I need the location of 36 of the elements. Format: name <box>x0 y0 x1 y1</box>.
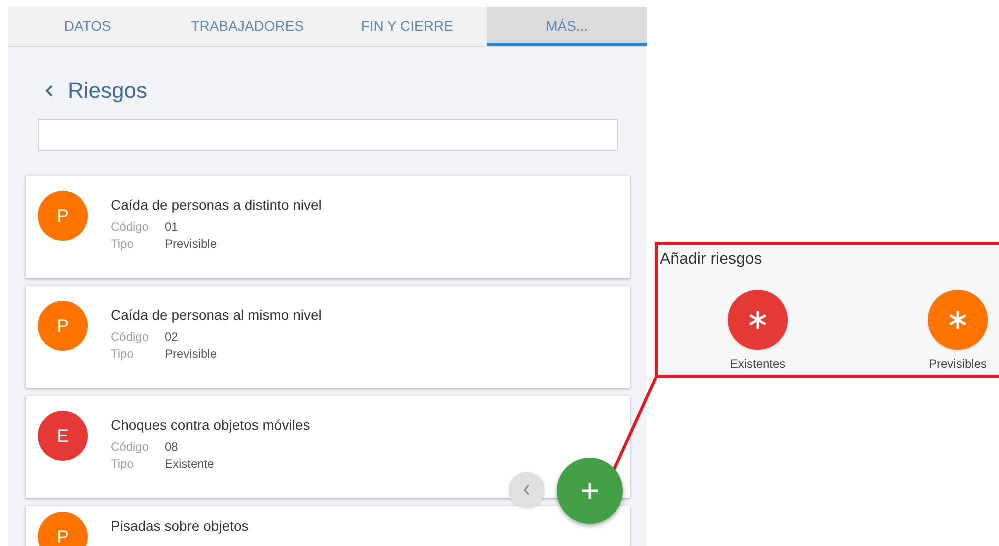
field-value: 01 <box>165 219 180 236</box>
field-value: Existente <box>165 456 216 473</box>
risk-title: Pisadas sobre objetos <box>111 517 249 536</box>
field-label: Código <box>111 219 150 236</box>
plus-icon <box>581 482 599 500</box>
back-icon[interactable] <box>44 84 54 98</box>
risk-card[interactable]: P Pisadas sobre objetos <box>26 506 630 546</box>
risk-card[interactable]: P Caída de personas a distinto nivel Código 01 Tipo Previsible <box>26 176 630 278</box>
risk-title: Caída de personas al mismo nivel <box>111 306 322 325</box>
risk-card[interactable]: P Caída de personas al mismo nivel Código 02 Tipo Previsible <box>26 286 630 388</box>
avatar: P <box>38 191 88 241</box>
chevron-left-icon <box>523 484 531 496</box>
avatar: E <box>38 411 88 461</box>
field-label: Tipo <box>111 236 135 253</box>
risk-card[interactable]: E Choques contra objetos móviles Código 08 Tipo Existente <box>26 396 630 498</box>
asterisk-icon <box>748 310 768 330</box>
field-value: 02 <box>165 329 180 346</box>
option-label: Existentes <box>730 356 786 373</box>
field-label: Tipo <box>111 346 135 363</box>
field-label: Tipo <box>111 456 135 473</box>
search-field[interactable] <box>38 118 618 151</box>
asterisk-button[interactable] <box>928 290 988 350</box>
asterisk-icon <box>948 310 968 330</box>
risk-title: Caída de personas a distinto nivel <box>111 196 322 215</box>
avatar: P <box>38 512 88 546</box>
field-value: Previsible <box>165 346 218 363</box>
field-value: Previsible <box>165 236 218 253</box>
field-label: Código <box>111 439 150 456</box>
risk-title: Choques contra objetos móviles <box>111 416 310 435</box>
option-label: Previsibles <box>928 356 988 373</box>
field-label: Código <box>111 329 150 346</box>
avatar: P <box>38 301 88 351</box>
page-title: Riesgos <box>68 77 148 106</box>
callout-title: Añadir riesgos <box>660 250 764 270</box>
asterisk-button[interactable] <box>728 290 788 350</box>
field-value: 08 <box>165 439 180 456</box>
